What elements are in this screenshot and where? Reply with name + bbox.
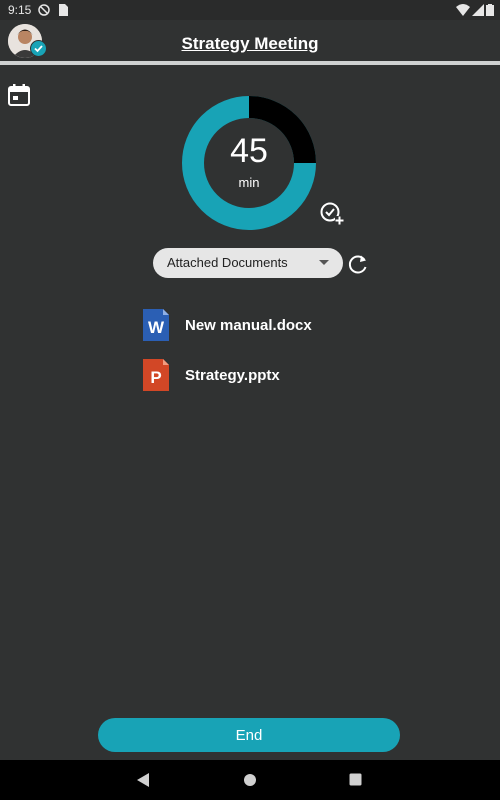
recents-icon[interactable] [349,773,362,786]
back-icon[interactable] [136,772,150,788]
do-not-disturb-icon [38,4,50,16]
battery-icon [486,4,494,16]
document-item[interactable]: W New manual.docx [140,309,390,345]
documents-dropdown[interactable]: Attached Documents [153,248,343,278]
status-bar [0,0,500,20]
documents-dropdown-label: Attached Documents [167,255,288,270]
home-icon[interactable] [243,773,257,787]
word-doc-icon: W [143,309,169,341]
calendar-icon[interactable] [8,84,30,106]
chevron-down-icon [319,260,329,265]
document-name: Strategy.pptx [185,367,280,384]
header-divider [0,61,500,65]
end-button-label: End [235,727,263,744]
end-meeting-button[interactable]: End [98,718,400,752]
signal-icon [472,4,484,16]
sim-card-icon [59,4,68,16]
document-name: New manual.docx [185,317,312,334]
timer-unit: min [238,175,260,190]
timer-value: 45 [230,132,268,170]
wifi-icon [456,4,470,16]
svg-text:W: W [148,318,165,337]
document-item[interactable]: P Strategy.pptx [140,359,390,395]
powerpoint-doc-icon: P [143,359,169,391]
page-title: Strategy Meeting [181,34,319,53]
svg-text:P: P [150,368,161,387]
status-time: 9:15 [8,3,32,17]
add-time-icon[interactable] [320,201,344,225]
refresh-icon[interactable] [347,253,369,275]
